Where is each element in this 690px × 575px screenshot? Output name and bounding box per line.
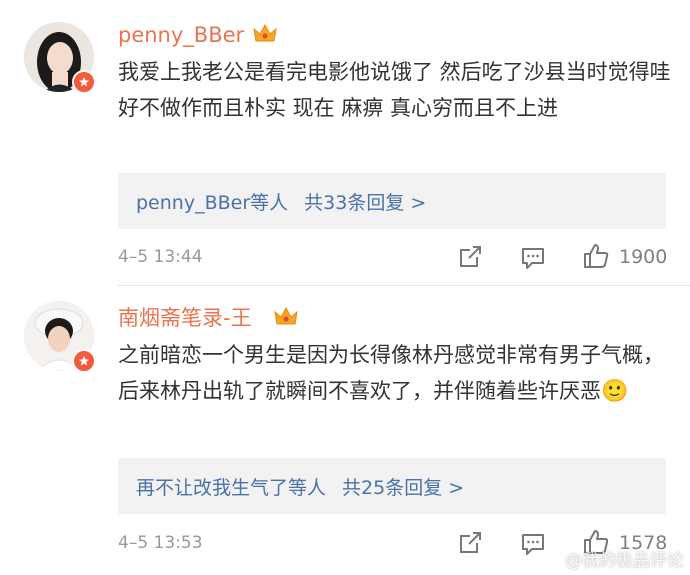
username[interactable]: penny_BBer	[118, 22, 244, 48]
reply-users: penny_BBer等人	[136, 191, 289, 214]
timestamp: 4–5 13:44	[118, 247, 203, 267]
reply-summary[interactable]: penny_BBer等人 共33条回复 >	[118, 173, 666, 229]
reply-count-link[interactable]: 共25条回复 >	[342, 473, 464, 500]
verified-icon	[72, 349, 96, 373]
reply-count-link[interactable]: 共33条回复 >	[304, 188, 426, 215]
avatar[interactable]	[24, 301, 96, 373]
comment-text: 之前暗恋一个男生是因为长得像林丹感觉非常有男子气概，后来林丹出轨了就瞬间不喜欢了…	[118, 337, 678, 410]
reply-summary[interactable]: 再不让改我生气了等人 共25条回复 >	[118, 458, 666, 514]
share-icon[interactable]	[457, 530, 483, 556]
like-icon[interactable]	[582, 242, 610, 270]
crown-icon	[253, 23, 277, 42]
like-count: 1900	[619, 246, 668, 268]
comment-item: penny_BBer 我爱上我老公是看完电影他说饿了 然后吃了沙县当时觉得哇 好…	[0, 0, 690, 285]
comment-text: 我爱上我老公是看完电影他说饿了 然后吃了沙县当时觉得哇 好不做作而且朴实 现在 …	[118, 60, 671, 120]
comment-text-body: 之前暗恋一个男生是因为长得像林丹感觉非常有男子气概，后来林丹出轨了就瞬间不喜欢了…	[118, 343, 664, 403]
verified-icon	[72, 70, 96, 94]
share-icon[interactable]	[457, 244, 483, 270]
reply-users: 再不让改我生气了等人	[136, 476, 327, 499]
comment-item: 南烟斋笔录-王 之前暗恋一个男生是因为长得像林丹感觉非常有男子气概，后来林丹出轨…	[0, 286, 690, 575]
crown-icon	[274, 306, 298, 325]
watermark: @我的极品评论	[565, 551, 684, 571]
timestamp: 4–5 13:53	[118, 533, 203, 553]
smile-emoji: 🙂	[601, 379, 629, 404]
comment-icon[interactable]	[520, 531, 546, 557]
avatar[interactable]	[24, 22, 96, 94]
username[interactable]: 南烟斋笔录-王	[118, 305, 252, 331]
comment-icon[interactable]	[520, 245, 546, 271]
